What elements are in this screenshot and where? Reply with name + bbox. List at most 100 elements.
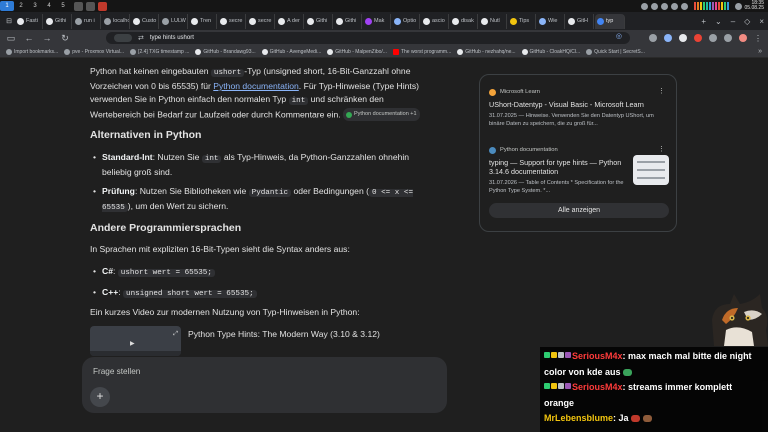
tab[interactable]: Wie xyxy=(537,13,565,29)
close-icon[interactable]: × xyxy=(759,17,764,26)
emote-icon xyxy=(623,369,633,376)
bookmark[interactable]: The worst programm... xyxy=(392,48,451,55)
video-thumbnail[interactable]: ▶ ⤢ xyxy=(90,326,181,356)
tab-list-icon[interactable]: ⌄ xyxy=(715,17,722,26)
source-chip[interactable]: Python documentation +1 xyxy=(343,108,420,121)
stream-chat-overlay: SeriousM4x: max mach mal bitte die night… xyxy=(540,347,768,432)
avatar[interactable] xyxy=(739,34,747,42)
heading-other-languages: Andere Programmiersprachen xyxy=(90,222,242,234)
bookmark[interactable]: pve - Proxmox Virtual... xyxy=(64,48,124,55)
tab-search-icon[interactable]: ⊟ xyxy=(4,17,14,25)
workspace-3[interactable]: 3 xyxy=(28,1,42,11)
app-icon[interactable] xyxy=(86,1,95,11)
tab[interactable]: run i xyxy=(73,13,101,29)
tab[interactable]: secre xyxy=(247,13,275,29)
tab[interactable]: Githi xyxy=(305,13,333,29)
tab[interactable]: Githi xyxy=(44,13,72,29)
workspace-4[interactable]: 4 xyxy=(42,1,56,11)
expand-icon[interactable]: ⤢ xyxy=(173,328,178,341)
profile-icon[interactable] xyxy=(649,34,657,42)
ask-placeholder: Frage stellen xyxy=(93,367,141,376)
notifications-icon[interactable] xyxy=(734,2,742,10)
tab[interactable]: Tren xyxy=(189,13,217,29)
tab[interactable]: GitH xyxy=(566,13,594,29)
sidebar-toggle-icon[interactable]: ▭ xyxy=(6,33,16,44)
clock[interactable]: 18:35 05.08.25 xyxy=(745,1,764,11)
bookmark[interactable]: GitHub - Brandawg93... xyxy=(195,48,256,55)
workspace-2[interactable]: 2 xyxy=(14,1,28,11)
maximize-icon[interactable]: ◇ xyxy=(744,17,750,26)
bookmark[interactable]: Import bookmarks... xyxy=(6,48,58,55)
emote-icon xyxy=(631,415,641,422)
bookmark[interactable]: GitHub - MalpenZibo/... xyxy=(327,48,387,55)
chat-text: Ja xyxy=(618,413,629,423)
show-all-button[interactable]: Alle anzeigen xyxy=(489,203,669,218)
extension-icon[interactable] xyxy=(664,34,672,42)
site-info-chip[interactable] xyxy=(114,34,132,42)
chat-username: SeriousM4x xyxy=(572,351,623,361)
bookmark[interactable]: GitHub - CloakHQ/Cl... xyxy=(521,48,580,55)
extension-icon[interactable] xyxy=(694,34,702,42)
source-site: Python documentation xyxy=(500,147,558,153)
tab[interactable]: A der xyxy=(276,13,304,29)
chat-username: SeriousM4x xyxy=(572,382,623,392)
tab[interactable]: Fasti xyxy=(15,13,43,29)
menu-kebab-icon[interactable]: ⋮ xyxy=(754,34,762,43)
source-card[interactable]: Python documentation ⋮ typing — Support … xyxy=(489,145,669,195)
extension-icon[interactable] xyxy=(679,34,687,42)
play-icon: ▶ xyxy=(130,341,135,347)
source-chip-label: Python documentation +1 xyxy=(354,111,417,117)
workspace-1[interactable]: 1 xyxy=(0,1,14,11)
forward-icon[interactable]: → xyxy=(42,33,52,43)
new-tab-icon[interactable]: + xyxy=(701,17,706,26)
downloads-icon[interactable] xyxy=(724,34,732,42)
tab[interactable]: Nutl xyxy=(479,13,507,29)
bookmark[interactable]: [2.4] TXG timestamp ... xyxy=(130,48,189,55)
ask-input[interactable]: Frage stellen + xyxy=(82,357,447,413)
source-card[interactable]: Microsoft Learn ⋮ UShort-Datentyp - Visu… xyxy=(489,87,669,128)
tab[interactable]: disak xyxy=(450,13,478,29)
tab[interactable]: LULW xyxy=(160,13,188,29)
tab-strip: ⊟ Fasti Githi run i localhos Custo LULW … xyxy=(0,12,768,30)
extensions-puzzle-icon[interactable] xyxy=(709,34,717,42)
tab[interactable]: Githi xyxy=(334,13,362,29)
back-icon[interactable]: ← xyxy=(24,33,34,43)
tab[interactable]: secre xyxy=(218,13,246,29)
tab[interactable]: ascio xyxy=(421,13,449,29)
heading-alternatives: Alternativen in Python xyxy=(90,129,202,141)
tab[interactable]: Mak xyxy=(363,13,391,29)
bluetooth-icon[interactable] xyxy=(670,2,678,10)
reload-icon[interactable]: ↻ xyxy=(60,33,70,44)
steam-icon[interactable] xyxy=(640,2,648,10)
tab[interactable]: Optio xyxy=(392,13,420,29)
volume-icon[interactable] xyxy=(680,2,688,10)
discord-icon[interactable] xyxy=(650,2,658,10)
more-options-icon[interactable]: ⋮ xyxy=(658,145,665,153)
app-icon[interactable] xyxy=(74,1,83,11)
chat-message: SeriousM4x: streams immer komplett orang… xyxy=(544,380,764,411)
tune-icon[interactable]: ⇄ xyxy=(138,34,144,42)
minimize-icon[interactable]: – xyxy=(731,17,735,26)
bookmark[interactable]: GitHub - nezhahq/ne... xyxy=(457,48,516,55)
microsoft-logo-icon xyxy=(489,88,496,96)
python-documentation-link[interactable]: Python documentation xyxy=(213,81,299,91)
app-icon[interactable] xyxy=(98,1,107,11)
tab[interactable]: Custo xyxy=(131,13,159,29)
google-lens-icon[interactable]: ◎ xyxy=(616,32,622,40)
source-title[interactable]: typing — Support for type hints — Python… xyxy=(489,158,629,176)
bookmark[interactable]: GitHub - AvengeMedi... xyxy=(261,48,321,55)
bookmark[interactable]: Quick Start | SecretS... xyxy=(586,48,645,55)
address-bar[interactable]: ⇄ type hints ushort ◎ xyxy=(106,32,630,44)
video-result[interactable]: ▶ ⤢ Python Type Hints: The Modern Way (3… xyxy=(90,326,420,356)
source-title[interactable]: UShort-Datentyp - Visual Basic - Microso… xyxy=(489,100,669,109)
more-options-icon[interactable]: ⋮ xyxy=(658,87,665,95)
add-button[interactable]: + xyxy=(90,387,110,407)
tab[interactable]: localhos xyxy=(102,13,130,29)
more-bookmarks-icon[interactable]: » xyxy=(758,48,762,55)
network-icon[interactable] xyxy=(660,2,668,10)
tab[interactable]: Tips xyxy=(508,13,536,29)
video-title[interactable]: Python Type Hints: The Modern Way (3.10 … xyxy=(188,328,380,341)
tab-active[interactable]: typ xyxy=(595,13,625,29)
workspace-5[interactable]: 5 xyxy=(56,1,70,11)
os-top-bar: 1 2 3 4 5 18:35 05.08.25 xyxy=(0,0,768,12)
